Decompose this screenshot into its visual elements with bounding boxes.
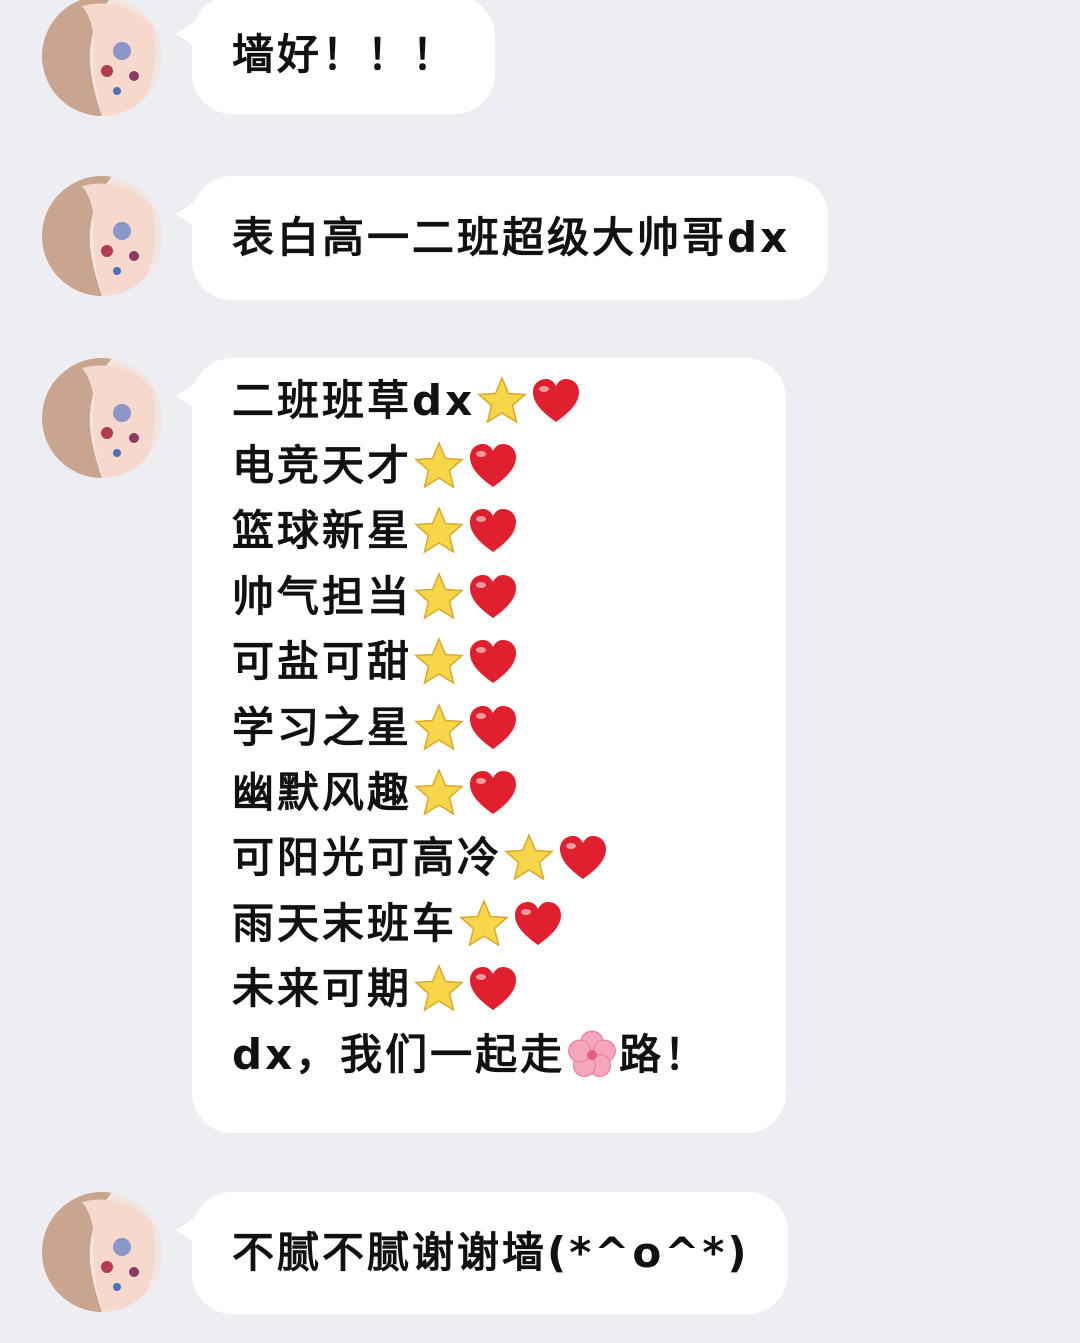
sender-avatar[interactable] xyxy=(42,0,162,116)
message-line: 篮球新星 xyxy=(232,499,748,564)
avatar-image xyxy=(42,176,162,296)
star-icon xyxy=(412,504,466,558)
message-line-text: dx，我们一起走 xyxy=(232,1029,566,1079)
message-line: 可阳光可高冷 xyxy=(232,826,748,891)
sender-avatar[interactable] xyxy=(42,1192,162,1312)
message-row: 不腻不腻谢谢墙(*^o^*) xyxy=(0,1192,1080,1314)
message-line: 幽默风趣 xyxy=(232,760,748,825)
star-icon xyxy=(502,831,556,885)
message-line: 二班班草dx xyxy=(232,368,748,433)
message-line-text: 未来可期 xyxy=(232,964,413,1014)
message-line: 电竞天才 xyxy=(232,433,748,498)
message-line-text: 可盐可甜 xyxy=(232,637,413,687)
heart-icon xyxy=(466,504,520,558)
star-icon xyxy=(412,962,466,1016)
star-icon xyxy=(475,374,529,428)
message-line-text: 篮球新星 xyxy=(232,506,413,556)
message-line-text: 学习之星 xyxy=(232,702,413,752)
sender-avatar[interactable] xyxy=(42,358,162,478)
heart-icon xyxy=(529,374,583,428)
avatar-image xyxy=(42,1192,162,1312)
message-line-text: 二班班草dx xyxy=(232,375,476,425)
star-icon xyxy=(412,766,466,820)
heart-icon xyxy=(466,439,520,493)
avatar-image xyxy=(42,0,162,116)
message-row: 二班班草dx 电竞天才篮球新星帅气担当可盐可甜学习之星幽默风趣可阳光可高冷 雨天末班… xyxy=(0,358,1080,1133)
message-line-text: 雨天末班车 xyxy=(232,898,458,948)
message-bubble[interactable]: 二班班草dx 电竞天才篮球新星帅气担当可盐可甜学习之星幽默风趣可阳光可高冷 雨天末班… xyxy=(176,358,786,1133)
sender-avatar[interactable] xyxy=(42,176,162,296)
message-line: 雨天末班车 xyxy=(232,891,748,956)
star-icon xyxy=(412,570,466,624)
heart-icon xyxy=(466,962,520,1016)
message-text: 表白高一二班超级大帅哥dx xyxy=(232,213,791,262)
cherry-blossom-icon xyxy=(565,1028,619,1082)
message-line-text: 帅气担当 xyxy=(232,571,413,621)
message-text: 墙好！！！ xyxy=(232,30,458,79)
heart-icon xyxy=(511,897,565,951)
star-icon xyxy=(412,439,466,493)
message-line: 可盐可甜 xyxy=(232,630,748,695)
message-line-text: 可阳光可高冷 xyxy=(232,833,503,883)
message-line: 学习之星 xyxy=(232,695,748,760)
message-line-text: 路！ xyxy=(619,1029,710,1079)
star-icon xyxy=(412,701,466,755)
message-text: 不腻不腻谢谢墙(*^o^*) xyxy=(232,1228,750,1277)
message-bubble[interactable]: 不腻不腻谢谢墙(*^o^*) xyxy=(176,1192,788,1314)
heart-icon xyxy=(466,766,520,820)
heart-icon xyxy=(466,635,520,689)
star-icon xyxy=(412,635,466,689)
message-bubble[interactable]: 表白高一二班超级大帅哥dx xyxy=(175,176,829,300)
message-line-text: 幽默风趣 xyxy=(232,768,413,818)
message-line-text: 电竞天才 xyxy=(232,441,413,491)
star-icon xyxy=(457,897,511,951)
heart-icon xyxy=(466,570,520,624)
message-line: 帅气担当 xyxy=(232,564,748,629)
heart-icon xyxy=(556,831,610,885)
message-row: 墙好！！！ xyxy=(0,0,1080,118)
message-bubble[interactable]: 墙好！！！ xyxy=(175,0,496,114)
message-line: dx，我们一起走 路！ xyxy=(232,1022,748,1087)
message-line: 未来可期 xyxy=(232,957,748,1022)
avatar-image xyxy=(42,358,162,478)
message-row: 表白高一二班超级大帅哥dx xyxy=(0,176,1080,300)
heart-icon xyxy=(466,701,520,755)
